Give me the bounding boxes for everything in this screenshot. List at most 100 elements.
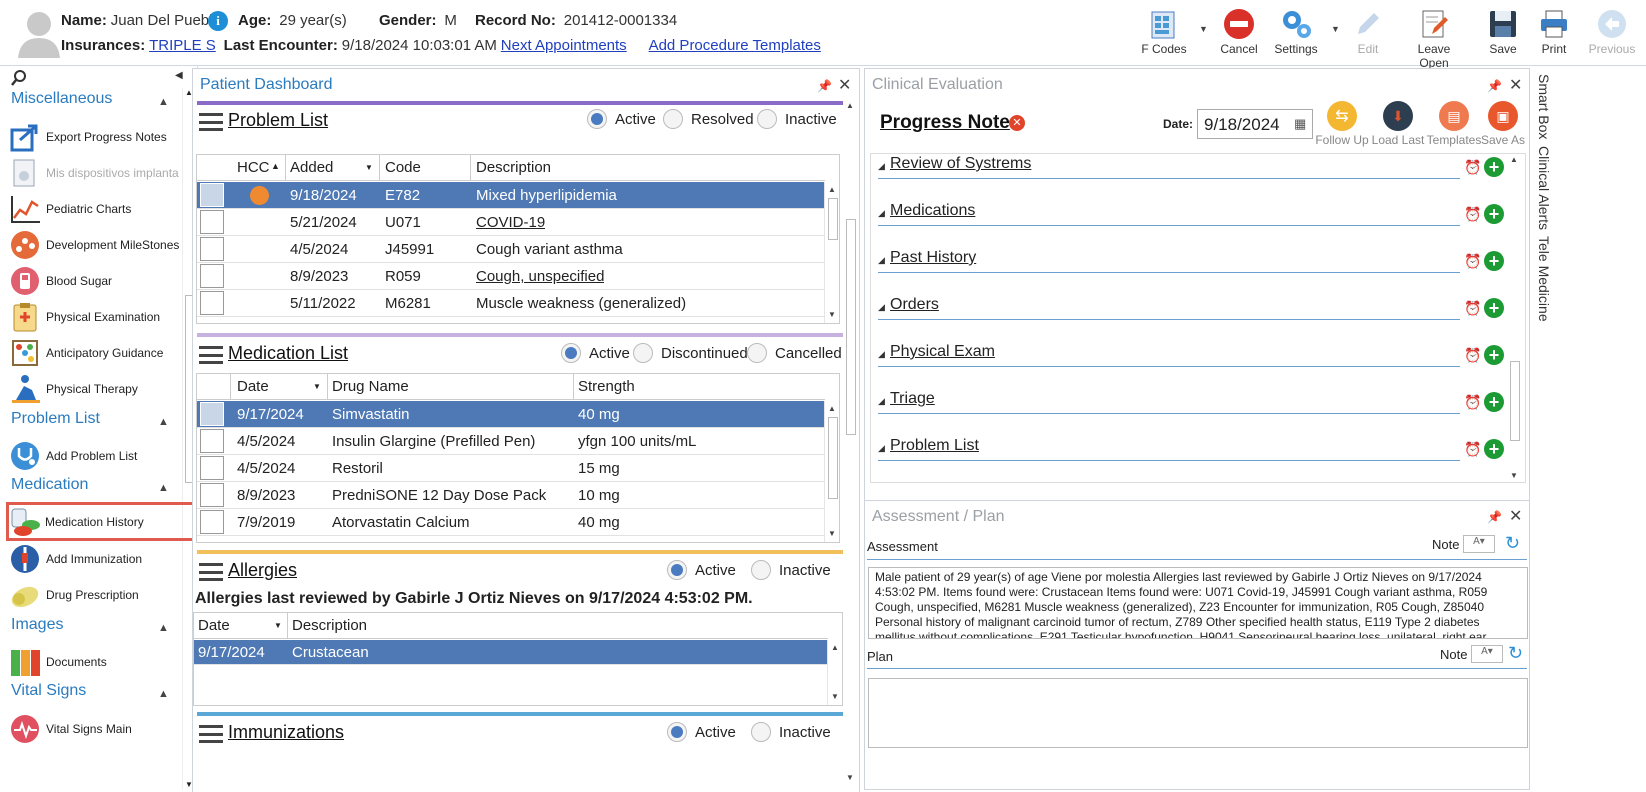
table-scrollbar[interactable]: ▲ ▼ [824,401,839,542]
radio-active[interactable]: Active [587,109,656,129]
sections-scrollbar[interactable]: ▲ ▼ [1507,153,1523,483]
sidebar-section-problem-list[interactable]: Problem List [11,410,100,428]
menu-icon[interactable] [199,113,223,131]
row-checkbox[interactable] [200,183,224,207]
row-checkbox[interactable] [200,402,224,426]
sidebar-item-vital-signs-main[interactable]: Vital Signs Main [10,712,188,746]
fcodes-button[interactable]: F Codes [1134,6,1194,56]
row-checkbox[interactable] [200,429,224,453]
menu-icon[interactable] [199,346,223,364]
sidebar-item-documents[interactable]: Documents [10,645,188,679]
column-header-date[interactable]: Date [237,378,269,395]
edit-button[interactable]: Edit [1338,6,1398,56]
dashboard-scrollbar[interactable]: ▲ ▼ [843,99,859,791]
filter-dropdown-icon[interactable]: ▼ [313,382,321,391]
add-icon[interactable]: + [1484,298,1504,318]
info-icon[interactable]: i [208,11,228,31]
note-format-dropdown[interactable]: A▾ [1471,645,1503,663]
sidebar-item-add-immunization[interactable]: Add Immunization [10,542,188,576]
row-checkbox[interactable] [200,483,224,507]
chevron-up-icon[interactable]: ▲ [158,688,169,700]
sidebar-item-physical-examination[interactable]: Physical Examination [10,300,188,334]
refresh-icon[interactable]: ↻ [1508,643,1523,664]
add-procedure-templates-link[interactable]: Add Procedure Templates [649,37,821,54]
column-header-date[interactable]: Date [198,617,230,634]
table-row[interactable]: 4/5/2024 Insulin Glargine (Prefilled Pen… [197,428,825,455]
section-review-of-systems[interactable]: ◢ Review of Systrems [878,155,1460,179]
chevron-up-icon[interactable]: ▲ [158,622,169,634]
row-checkbox[interactable] [200,237,224,261]
row-checkbox[interactable] [200,264,224,288]
close-icon[interactable]: ✕ [1509,506,1522,526]
table-scrollbar[interactable]: ▲ ▼ [827,640,842,705]
section-triage[interactable]: ◢ Triage [878,390,1460,414]
filter-dropdown-icon[interactable]: ▼ [365,163,373,172]
column-header-description[interactable]: Description [292,617,367,634]
date-field[interactable]: 9/18/2024 ▦ [1197,109,1313,139]
sidebar-section-miscellaneous[interactable]: Miscellaneous [11,90,112,108]
menu-icon[interactable] [199,725,223,743]
add-icon[interactable]: + [1484,392,1504,412]
section-medications[interactable]: ◢ Medications [878,202,1460,226]
radio-cancelled[interactable]: Cancelled [747,343,842,363]
chevron-up-icon[interactable]: ▲ [158,416,169,428]
chevron-up-icon[interactable]: ▲ [158,482,169,494]
pin-icon[interactable]: 📌 [1487,510,1502,524]
leave-open-button[interactable]: Leave Open [1404,6,1464,70]
table-row[interactable]: 4/5/2024 J45991 Cough variant asthma [197,236,825,263]
radio-inactive[interactable]: Inactive [751,722,831,742]
alarm-clock-icon[interactable]: ⏰ [1464,394,1481,410]
sidebar-item-mis-dispositivos[interactable]: Mis dispositivos implanta [10,156,188,190]
tab-clinical-alerts[interactable]: Clinical Alerts [1536,146,1552,230]
sidebar-item-drug-prescription[interactable]: Drug Prescription [10,578,188,612]
column-header-strength[interactable]: Strength [578,378,635,395]
add-icon[interactable]: + [1484,157,1504,177]
table-row[interactable]: 5/21/2024 U071 COVID-19 [197,209,825,236]
remove-note-icon[interactable]: ✕ [1009,115,1025,131]
save-as-button[interactable]: ▣ Save As [1473,101,1533,147]
plan-textarea[interactable] [868,678,1528,748]
tab-tele-medicine[interactable]: Tele Medicine [1536,236,1552,322]
section-physical-exam[interactable]: ◢ Physical Exam [878,343,1460,367]
radio-resolved[interactable]: Resolved [663,109,754,129]
pin-icon[interactable]: 📌 [817,79,832,93]
radio-active[interactable]: Active [561,343,630,363]
search-icon[interactable] [10,69,28,87]
row-checkbox[interactable] [200,456,224,480]
previous-button[interactable]: Previous [1582,6,1642,56]
sidebar-section-medication[interactable]: Medication [11,476,88,494]
sidebar-item-blood-sugar[interactable]: Blood Sugar [10,264,188,298]
load-last-button[interactable]: ⬇ Load Last [1368,101,1428,147]
table-row[interactable]: 9/17/2024 Simvastatin 40 mg [197,401,825,428]
close-icon[interactable]: ✕ [838,75,851,95]
alarm-clock-icon[interactable]: ⏰ [1464,300,1481,316]
chevron-up-icon[interactable]: ▲ [158,96,169,108]
sidebar-item-development-milestones[interactable]: Development MileStones [10,228,188,262]
radio-inactive[interactable]: Inactive [751,560,831,580]
add-icon[interactable]: + [1484,439,1504,459]
sidebar-item-export-progress-notes[interactable]: Export Progress Notes [10,120,188,154]
column-header-code[interactable]: Code [385,159,421,176]
filter-dropdown-icon[interactable]: ▼ [274,621,282,630]
radio-inactive[interactable]: Inactive [757,109,837,129]
sidebar-section-images[interactable]: Images [11,616,63,634]
table-row[interactable]: 8/9/2023 R059 Cough, unspecified [197,263,825,290]
collapse-sidebar-icon[interactable]: ◀ [175,70,183,81]
assessment-textarea[interactable]: Male patient of 29 year(s) of age Viene … [868,567,1528,639]
column-header-description[interactable]: Description [476,159,551,176]
radio-active[interactable]: Active [667,560,736,580]
note-format-dropdown[interactable]: A▾ [1463,535,1495,553]
add-icon[interactable]: + [1484,204,1504,224]
alarm-clock-icon[interactable]: ⏰ [1464,206,1481,222]
table-row[interactable]: 4/5/2024 Restoril 15 mg [197,455,825,482]
calendar-icon[interactable]: ▦ [1294,116,1306,132]
add-icon[interactable]: + [1484,251,1504,271]
table-row[interactable]: 7/9/2019 Atorvastatin Calcium 40 mg [197,509,825,536]
row-checkbox[interactable] [200,291,224,315]
column-header-hcc[interactable]: HCC [237,159,270,176]
table-row[interactable]: 5/11/2022 M6281 Muscle weakness (general… [197,290,825,317]
table-row[interactable]: 9/17/2024 Crustacean [194,640,828,665]
alarm-clock-icon[interactable]: ⏰ [1464,159,1481,175]
next-appointments-link[interactable]: Next Appointments [501,37,627,54]
radio-active[interactable]: Active [667,722,736,742]
